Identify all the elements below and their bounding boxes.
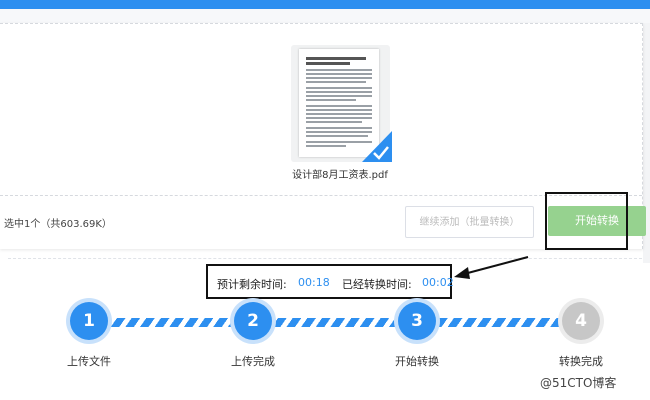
step-4-label: 转换完成 (559, 355, 603, 368)
step-2-label: 上传完成 (231, 355, 275, 368)
elapsed-time-value: 00:02 (422, 276, 454, 289)
step-3-circle: 3 (398, 302, 436, 340)
step-1-label: 上传文件 (67, 355, 111, 368)
step-1-circle: 1 (70, 302, 108, 340)
step-2-circle: 2 (234, 302, 272, 340)
step-4-circle: 4 (562, 302, 600, 340)
top-bar-shade (0, 9, 650, 23)
add-more-button[interactable]: 继续添加（批量转换） (405, 206, 534, 238)
watermark: @51CTO博客 (540, 376, 617, 390)
step-3-label: 开始转换 (395, 355, 439, 368)
progress-track (88, 318, 588, 327)
elapsed-time-label: 已经转换时间: (342, 278, 412, 291)
section-divider (8, 258, 642, 259)
top-bar (0, 0, 650, 9)
remaining-time-label: 预计剩余时间: (217, 278, 287, 291)
checkmark-corner-icon (362, 131, 392, 162)
remaining-time-value: 00:18 (298, 276, 330, 289)
file-name: 设计部8月工资表.pdf (292, 170, 388, 181)
highlight-box-start (545, 192, 628, 250)
annotation-arrow-icon (454, 256, 529, 279)
selection-info: 选中1个（共603.69K） (4, 219, 112, 230)
